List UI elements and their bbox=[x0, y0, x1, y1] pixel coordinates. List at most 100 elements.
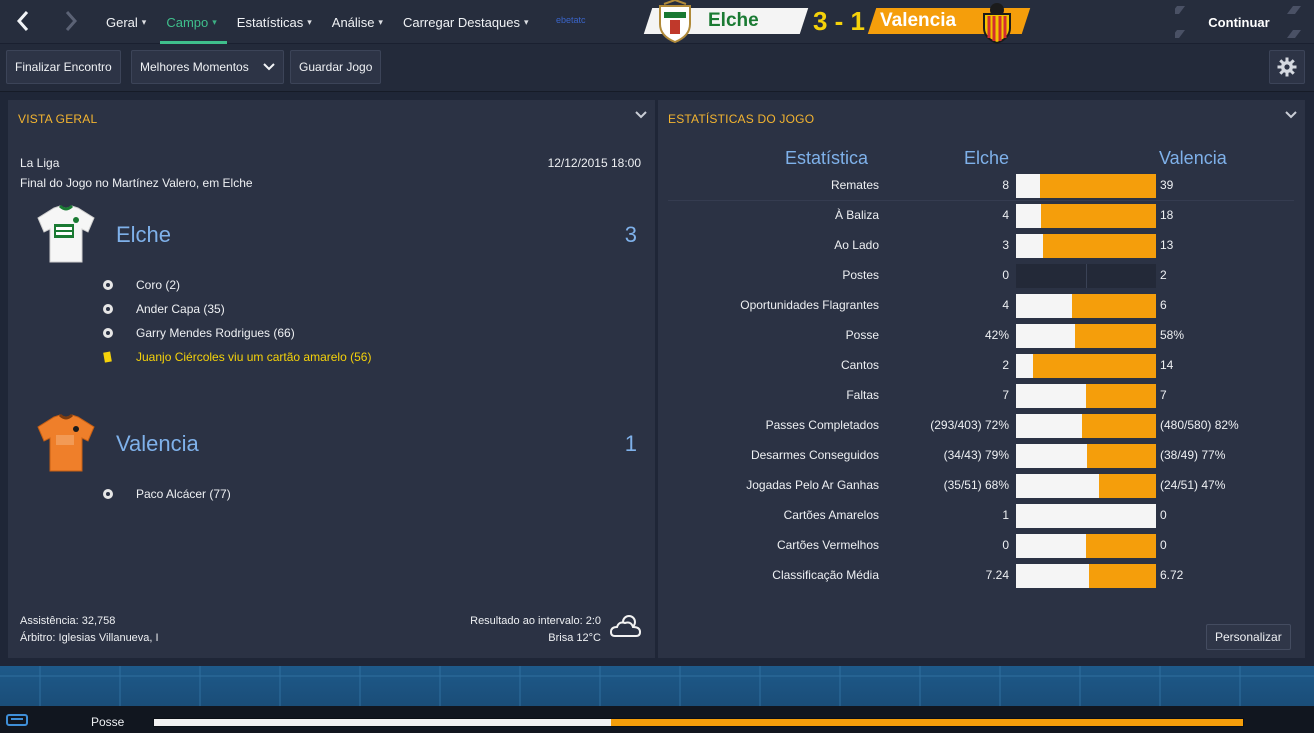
home-shirt-icon bbox=[37, 204, 95, 263]
event-text: Ander Capa (35) bbox=[136, 302, 225, 316]
stat-home-value: 4 bbox=[1002, 208, 1009, 222]
stat-comparison-bar bbox=[1016, 564, 1156, 588]
referee: Árbitro: Iglesias Villanueva, I bbox=[20, 632, 159, 644]
nav-geral-label: Geral bbox=[106, 14, 138, 30]
stat-comparison-bar bbox=[1016, 444, 1156, 468]
stat-comparison-bar bbox=[1016, 354, 1156, 378]
stat-row: Faltas 7 7 bbox=[668, 381, 1294, 411]
continue-label: Continuar bbox=[1208, 14, 1270, 30]
stat-label: Cartões Amarelos bbox=[783, 508, 879, 522]
event-goal: Garry Mendes Rodrigues (66) bbox=[98, 326, 295, 340]
header-away: Valencia bbox=[1159, 148, 1227, 168]
stat-label: Oportunidades Flagrantes bbox=[740, 298, 879, 312]
stat-row: Passes Completados (293/403) 72% (480/580)… bbox=[668, 411, 1294, 441]
stat-label: Cantos bbox=[840, 358, 879, 372]
stat-label: Postes bbox=[842, 268, 879, 282]
highlights-label: Melhores Momentos bbox=[140, 60, 249, 74]
collapse-overview-button[interactable] bbox=[635, 108, 647, 122]
weather-text: Brisa 12°C bbox=[548, 632, 601, 644]
stat-bar-home bbox=[1016, 414, 1082, 438]
header-home: Elche bbox=[964, 148, 1010, 168]
stat-row: Cartões Vermelhos 0 0 bbox=[668, 531, 1294, 561]
stat-bar-home bbox=[1016, 564, 1089, 588]
stat-bar-home bbox=[1016, 294, 1072, 318]
event-goal: Paco Alcácer (77) bbox=[98, 487, 231, 501]
home-team-goals: 3 bbox=[624, 222, 637, 247]
stat-home-value: 3 bbox=[1002, 238, 1009, 252]
stat-home-value: 1 bbox=[1002, 508, 1009, 522]
stat-bar-home bbox=[1016, 384, 1086, 408]
chevron-down-icon: ▾ bbox=[212, 16, 217, 27]
stat-row: Desarmes Conseguidos (34/43) 79% (38/49) 7… bbox=[668, 441, 1294, 471]
stat-comparison-bar bbox=[1016, 264, 1156, 288]
stat-home-value: 2 bbox=[1002, 358, 1009, 372]
save-game-button[interactable]: Guardar Jogo bbox=[290, 50, 382, 84]
highlights-dropdown[interactable]: Melhores Momentos bbox=[131, 50, 284, 84]
gear-icon bbox=[1277, 57, 1297, 77]
stat-label: Cartões Vermelhos bbox=[776, 538, 879, 552]
nav-estatisticas[interactable]: Estatísticas ▾ bbox=[237, 0, 312, 44]
finish-match-button[interactable]: Finalizar Encontro bbox=[6, 50, 121, 84]
stat-comparison-bar bbox=[1016, 474, 1156, 498]
possession-bar bbox=[153, 718, 1244, 727]
forward-button[interactable] bbox=[54, 6, 88, 36]
stat-away-value: 6 bbox=[1160, 298, 1167, 312]
toolbar: Finalizar Encontro Melhores Momentos Gua… bbox=[0, 44, 1314, 92]
ball-icon bbox=[98, 303, 118, 315]
stat-away-value: 2 bbox=[1160, 268, 1167, 282]
stat-away-value: 0 bbox=[1160, 538, 1167, 552]
away-team-name: Valencia bbox=[880, 10, 957, 31]
settings-button[interactable] bbox=[1269, 50, 1305, 84]
away-shirt-icon bbox=[37, 413, 95, 472]
stat-bar-midline bbox=[1086, 264, 1087, 288]
stat-bar-away bbox=[1086, 384, 1156, 408]
stat-away-value: 13 bbox=[1160, 238, 1174, 252]
event-text: Juanjo Ciércoles viu um cartão amarelo (… bbox=[136, 350, 372, 364]
finish-match-label: Finalizar Encontro bbox=[15, 60, 112, 74]
main-nav: Geral ▾ Campo ▾ Estatísticas ▾ Análise ▾ Car… bbox=[106, 0, 529, 44]
continue-button[interactable]: Continuar bbox=[1175, 4, 1303, 40]
stat-home-value: 8 bbox=[1002, 178, 1009, 192]
overview-panel: VISTA GERAL La Liga 12/12/2015 18:00 Fin… bbox=[8, 100, 655, 658]
stat-bar-home bbox=[1016, 174, 1040, 198]
collapse-stats-button[interactable] bbox=[1285, 108, 1297, 122]
stat-bar-away bbox=[1081, 414, 1156, 438]
back-button[interactable] bbox=[6, 6, 40, 36]
stat-bar-away bbox=[1087, 444, 1156, 468]
event-text: Garry Mendes Rodrigues (66) bbox=[136, 326, 295, 340]
ball-icon bbox=[98, 279, 118, 291]
possession-label: Posse bbox=[91, 715, 125, 729]
stat-bar-home bbox=[1016, 474, 1099, 498]
brand-logo-text: ebetatc bbox=[556, 15, 586, 25]
stat-bar-away bbox=[1074, 324, 1156, 348]
home-crest-icon bbox=[659, 0, 691, 44]
chevron-right-icon bbox=[65, 11, 78, 31]
nav-analise-label: Análise bbox=[331, 14, 375, 30]
customize-button[interactable]: Personalizar bbox=[1206, 624, 1291, 650]
keyboard-icon[interactable] bbox=[6, 714, 28, 726]
nav-carregar-destaques[interactable]: Carregar Destaques ▾ bbox=[403, 0, 529, 44]
stat-bar-away bbox=[1039, 174, 1156, 198]
match-score: 3 - 1 bbox=[812, 6, 866, 36]
stat-bar-away bbox=[1086, 534, 1156, 558]
nav-analise[interactable]: Análise ▾ bbox=[332, 0, 383, 44]
nav-campo[interactable]: Campo ▾ bbox=[160, 0, 228, 44]
stat-away-value: 7 bbox=[1160, 388, 1167, 402]
save-game-label: Guardar Jogo bbox=[299, 60, 373, 74]
stat-bar-home bbox=[1016, 324, 1075, 348]
stat-row: Ao Lado 3 13 bbox=[668, 231, 1294, 261]
attendance: Assistência: 32,758 bbox=[20, 615, 116, 627]
stat-bar-home bbox=[1016, 504, 1156, 528]
chevron-down-icon: ▾ bbox=[378, 16, 383, 27]
home-team-name: Elche bbox=[708, 10, 759, 31]
stat-away-value: 18 bbox=[1160, 208, 1174, 222]
stat-row: À Baliza 4 18 bbox=[668, 201, 1294, 231]
stat-away-value: (38/49) 77% bbox=[1160, 448, 1226, 462]
pitch-view-strip bbox=[0, 666, 1314, 706]
stat-bar-home bbox=[1016, 444, 1088, 468]
competition-name: La Liga bbox=[20, 156, 60, 170]
nav-geral[interactable]: Geral ▾ bbox=[106, 0, 146, 44]
stat-home-value: 4 bbox=[1002, 298, 1009, 312]
stat-home-value: (34/43) 79% bbox=[943, 448, 1009, 462]
stat-label: Posse bbox=[845, 328, 879, 342]
